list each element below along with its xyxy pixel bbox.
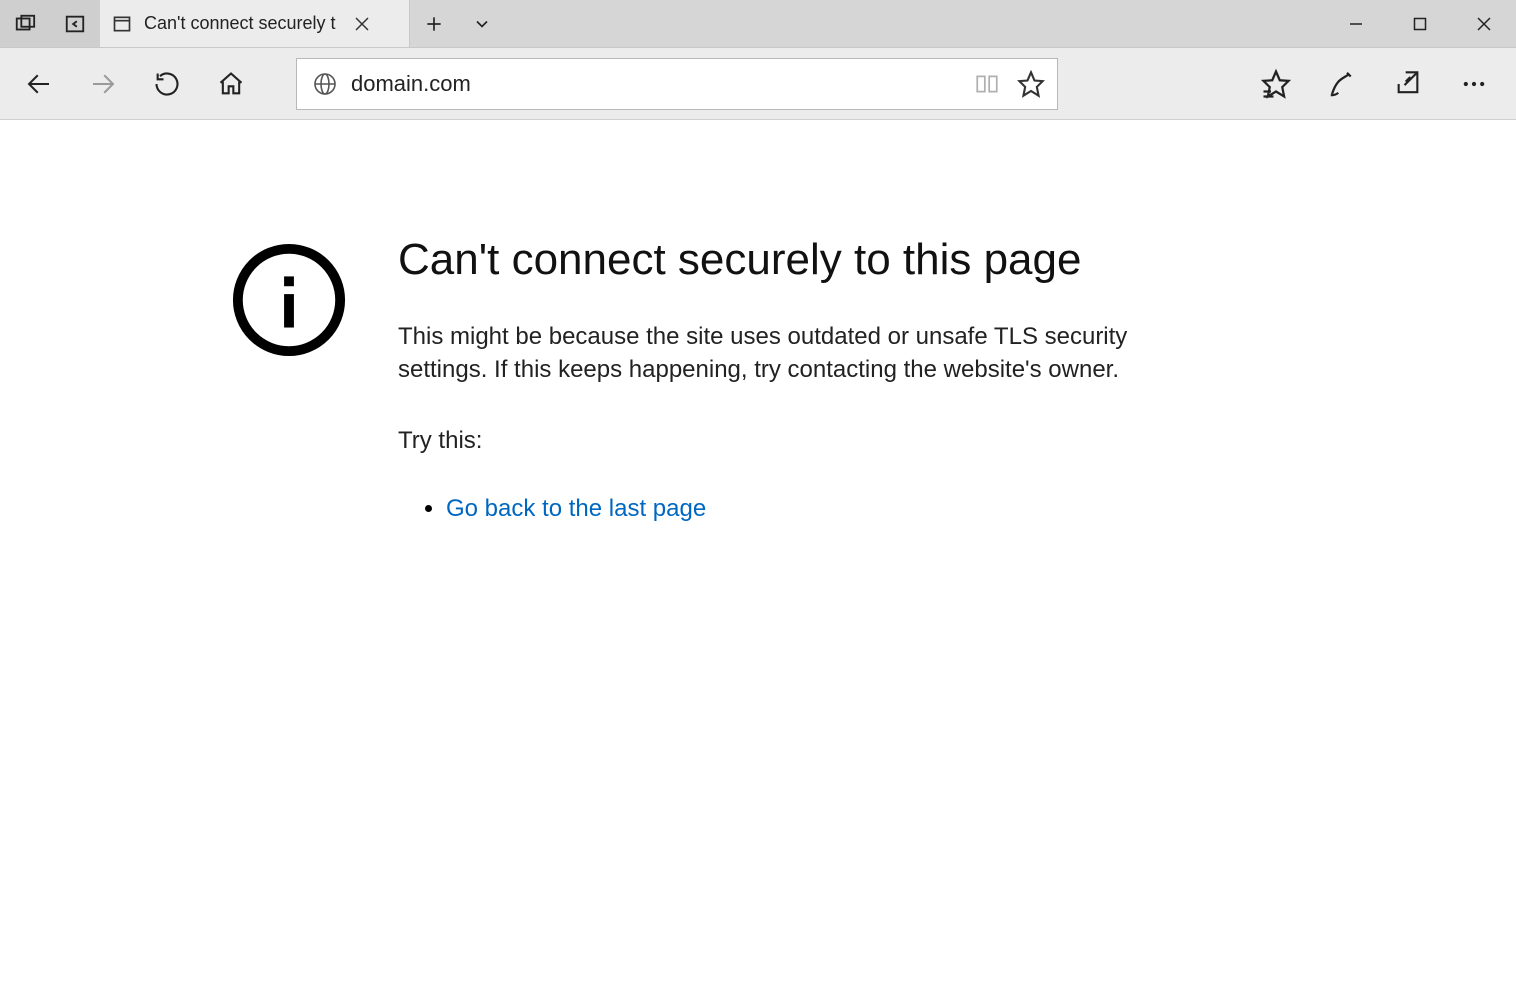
toolbar [0,48,1516,120]
maximize-button[interactable] [1388,0,1452,47]
info-icon [230,235,352,359]
tab-title: Can't connect securely t [144,13,336,34]
close-tab-button[interactable] [348,10,376,38]
reading-view-icon[interactable] [971,68,1003,100]
url-input[interactable] [343,71,971,97]
page-content: Can't connect securely to this page This… [0,120,1516,533]
error-title: Can't connect securely to this page [398,235,1158,286]
tab-actions [410,0,506,47]
toolbar-right [1244,56,1506,112]
back-button[interactable] [10,56,68,112]
tab-preview-button[interactable] [0,0,50,47]
minimize-button[interactable] [1324,0,1388,47]
titlebar: Can't connect securely t [0,0,1516,48]
settings-more-button[interactable] [1442,56,1506,112]
address-bar[interactable] [296,58,1058,110]
go-back-link[interactable]: Go back to the last page [446,495,706,522]
new-tab-button[interactable] [410,0,458,47]
error-description: This might be because the site uses outd… [398,320,1158,387]
titlebar-left-buttons [0,0,100,47]
set-aside-tabs-button[interactable] [50,0,100,47]
favorite-star-icon[interactable] [1015,68,1047,100]
refresh-button[interactable] [138,56,196,112]
forward-button[interactable] [74,56,132,112]
site-info-icon[interactable] [307,72,343,96]
close-window-button[interactable] [1452,0,1516,47]
error-content: Can't connect securely to this page This… [230,235,1230,533]
tab-page-icon [112,14,132,34]
home-button[interactable] [202,56,260,112]
share-button[interactable] [1376,56,1440,112]
favorites-hub-button[interactable] [1244,56,1308,112]
error-text-column: Can't connect securely to this page This… [398,235,1158,533]
suggestions-list: Go back to the last page [398,495,1158,523]
tab-dropdown-button[interactable] [458,0,506,47]
notes-button[interactable] [1310,56,1374,112]
browser-tab[interactable]: Can't connect securely t [100,0,410,47]
window-controls [1324,0,1516,47]
suggestion-item: Go back to the last page [446,495,1158,523]
addressbar-actions [971,68,1047,100]
try-this-label: Try this: [398,427,1158,455]
